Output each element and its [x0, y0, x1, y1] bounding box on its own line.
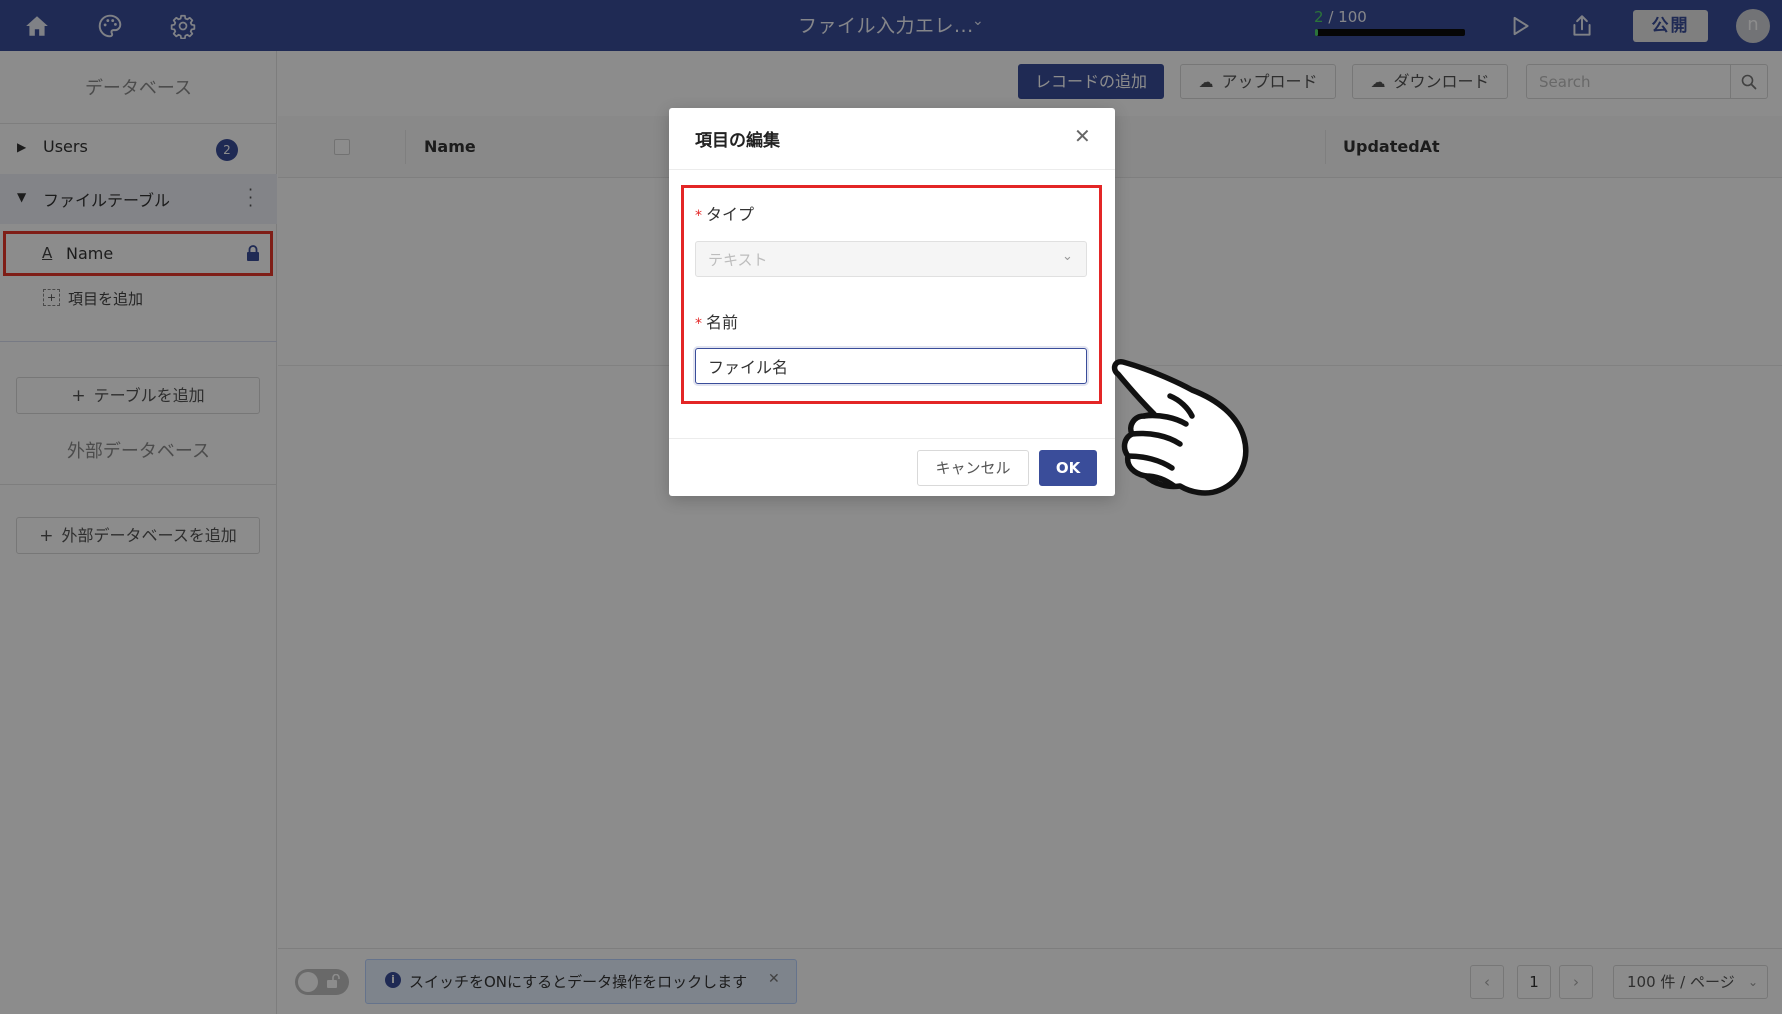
required-mark: * [695, 316, 702, 332]
name-label: * 名前 [695, 309, 738, 333]
chevron-down-icon: ⌄ [1062, 249, 1073, 264]
field-name-input[interactable] [695, 348, 1087, 384]
name-label-text: 名前 [706, 313, 739, 332]
dialog-divider [669, 169, 1115, 170]
cancel-button[interactable]: キャンセル [917, 450, 1029, 486]
dialog-title: 項目の編集 [695, 131, 780, 151]
close-icon[interactable]: ✕ [1074, 124, 1091, 148]
type-label-text: タイプ [706, 205, 755, 224]
dialog-divider [669, 438, 1115, 439]
type-select-value: テキスト [708, 251, 768, 269]
hand-pointer-icon [1111, 359, 1249, 496]
type-label: * タイプ [695, 201, 754, 225]
type-select[interactable]: テキスト ⌄ [695, 241, 1087, 277]
ok-button[interactable]: OK [1039, 450, 1097, 486]
edit-field-dialog: 項目の編集 ✕ *タイプ テキスト ⌄ *名前 キャンセル OK [669, 108, 1115, 496]
required-mark: * [695, 208, 702, 224]
